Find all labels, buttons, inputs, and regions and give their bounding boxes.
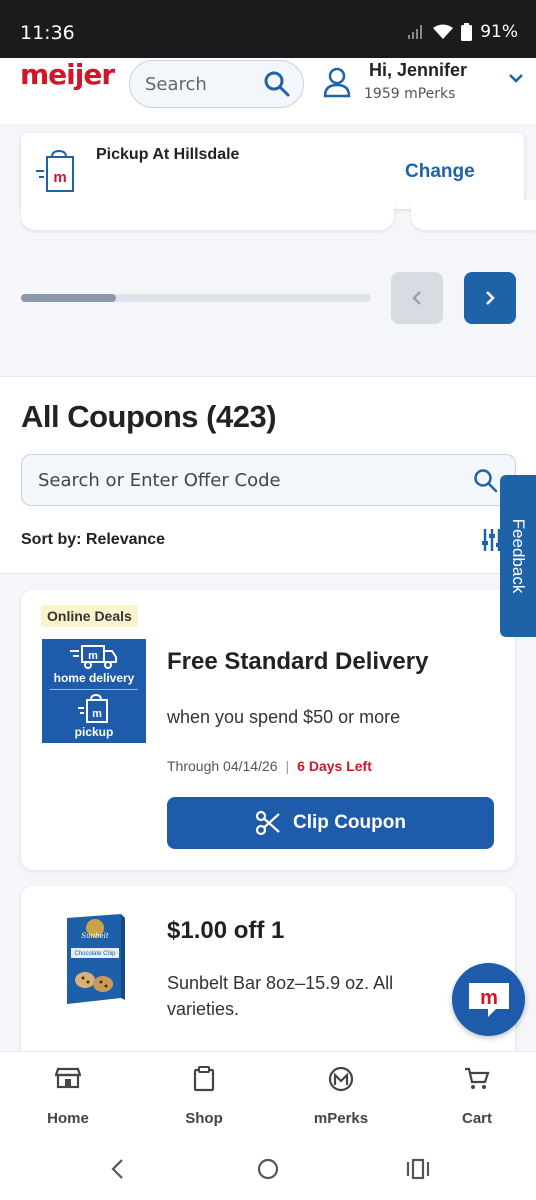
coupon-description: when you spend $50 or more <box>167 707 401 727</box>
coupon-description: Sunbelt Bar 8oz–15.9 oz. All varieties. <box>167 973 394 1019</box>
nav-home-label: Home <box>47 1110 89 1127</box>
sort-prefix: Sort by: <box>21 531 82 548</box>
sunbelt-brand-text: Sunbelt <box>81 932 109 940</box>
coupon-title: $1.00 off 1 <box>167 917 285 944</box>
home-circle-icon[interactable] <box>257 1158 279 1180</box>
sunbelt-bar-product-image: Sunbelt Chocolate Chip <box>67 914 125 1004</box>
battery-icon <box>461 23 473 41</box>
coupons-header-section: All Coupons (423) Search or Enter Offer … <box>0 376 536 574</box>
svg-text:m: m <box>88 650 98 662</box>
page-title: All Coupons (423) <box>21 399 277 434</box>
pickup-bag-icon: m <box>36 149 74 192</box>
nav-cart[interactable]: Cart <box>427 1052 527 1139</box>
clipboard-icon <box>193 1066 215 1092</box>
carousel-card-edge <box>21 200 394 230</box>
offer-search-placeholder: Search or Enter Offer Code <box>38 470 281 491</box>
status-icons: 91% <box>407 22 518 42</box>
feedback-label: Feedback <box>509 518 528 594</box>
search-icon[interactable] <box>473 468 499 494</box>
user-greeting[interactable]: Hi, Jennifer <box>369 60 467 81</box>
bottom-nav: Home Shop mPerks Cart <box>0 1051 536 1138</box>
days-left: 6 Days Left <box>297 758 372 774</box>
status-time: 11:36 <box>20 22 75 44</box>
change-store-link[interactable]: Change <box>405 161 475 183</box>
delivery-truck-icon: m <box>70 645 117 669</box>
chevron-left-icon <box>412 291 421 305</box>
nav-cart-label: Cart <box>461 1110 492 1127</box>
carousel-card-edge <box>411 200 536 230</box>
nav-shop-label: Shop <box>185 1110 223 1127</box>
pickup-store-label: Pickup At Hillsdale <box>96 146 240 163</box>
sort-dropdown[interactable]: Sort by: Relevance <box>21 531 165 549</box>
app-header: meijer Search Hi, Jennifer 1959 mPerks <box>0 58 536 124</box>
feedback-tab[interactable]: Feedback <box>500 475 536 637</box>
scissors-icon <box>255 810 280 836</box>
search-icon[interactable] <box>263 70 291 98</box>
carousel-progress-fill <box>21 294 116 302</box>
android-nav-bar <box>0 1138 536 1200</box>
coupon-title: Free Standard Delivery <box>167 648 429 675</box>
nav-mperks-label: mPerks <box>313 1110 369 1127</box>
chat-bubble-icon: m <box>468 982 509 1017</box>
carousel-prev-button[interactable] <box>391 272 443 324</box>
chevron-down-icon[interactable] <box>508 72 524 84</box>
search-placeholder: Search <box>145 74 207 95</box>
recents-icon[interactable] <box>406 1158 430 1180</box>
carousel-next-button[interactable] <box>464 272 516 324</box>
coupon-expiry: Through 04/14/26 | 6 Days Left <box>167 758 372 774</box>
home-delivery-label: home delivery <box>53 671 135 685</box>
clip-coupon-button[interactable]: Clip Coupon <box>167 797 494 849</box>
offer-code-search-input[interactable]: Search or Enter Offer Code <box>21 454 516 506</box>
cart-icon <box>465 1067 490 1089</box>
nav-home[interactable]: Home <box>18 1052 118 1139</box>
battery-level: 91% <box>480 22 518 42</box>
meijer-logo[interactable]: meijer <box>20 58 115 91</box>
svg-text:m: m <box>53 169 66 186</box>
wifi-icon <box>433 24 454 39</box>
expiry-date: Through 04/14/26 <box>167 758 278 774</box>
carousel-progress-track <box>21 294 371 302</box>
nav-shop[interactable]: Shop <box>154 1052 254 1139</box>
pickup-label: pickup <box>74 725 114 739</box>
mperks-count: 1959 mPerks <box>364 86 456 102</box>
mperks-icon <box>328 1066 354 1092</box>
sunbelt-flavor-text: Chocolate Chip <box>74 951 116 957</box>
sort-value: Relevance <box>85 531 166 548</box>
chevron-right-icon <box>486 291 495 305</box>
signal-icon <box>408 25 423 39</box>
online-deals-badge: Online Deals <box>41 605 138 627</box>
chat-button[interactable]: m <box>452 963 525 1036</box>
status-bar: 11:36 91% <box>0 0 536 62</box>
svg-text:m: m <box>92 708 102 720</box>
user-icon[interactable] <box>322 66 352 98</box>
pickup-bag-icon: m <box>78 694 108 723</box>
coupon-card: Online Deals m home delivery m pickup Fr… <box>21 590 515 870</box>
back-icon[interactable] <box>110 1158 126 1180</box>
clip-coupon-label: Clip Coupon <box>293 812 406 833</box>
search-input[interactable]: Search <box>129 60 304 108</box>
delivery-pickup-image: m home delivery m pickup <box>42 639 146 743</box>
svg-text:m: m <box>480 987 498 1009</box>
store-icon <box>55 1067 81 1089</box>
nav-mperks[interactable]: mPerks <box>291 1052 391 1139</box>
pickup-store-card: m Pickup At Hillsdale Change <box>21 133 524 209</box>
